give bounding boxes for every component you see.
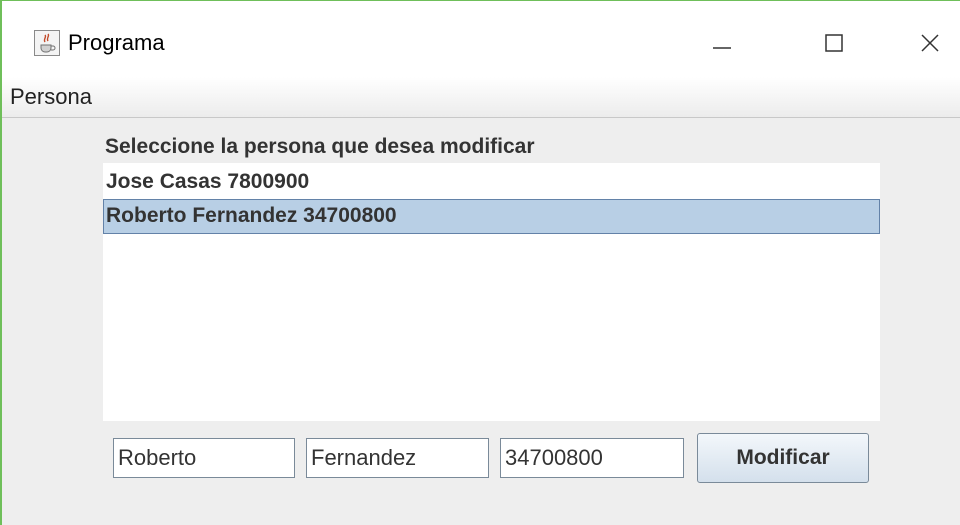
maximize-icon xyxy=(825,34,843,52)
modify-button[interactable]: Modificar xyxy=(697,433,869,483)
instruction-label: Seleccione la persona que desea modifica… xyxy=(105,135,535,158)
title-bar[interactable]: Programa xyxy=(2,1,960,77)
app-window: Programa Persona Seleccione la persona q… xyxy=(0,0,960,525)
menu-bar: Persona xyxy=(2,77,960,118)
list-item[interactable]: Jose Casas 7800900 xyxy=(103,165,880,200)
last-name-field[interactable] xyxy=(306,438,489,478)
minimize-button[interactable] xyxy=(692,15,752,71)
close-button[interactable] xyxy=(900,15,960,71)
close-icon xyxy=(921,34,939,52)
java-cup-icon xyxy=(34,30,60,56)
phone-field[interactable] xyxy=(500,438,684,478)
list-item-selected[interactable]: Roberto Fernandez 34700800 xyxy=(103,199,880,234)
person-list[interactable]: Jose Casas 7800900 Roberto Fernandez 347… xyxy=(103,163,880,421)
minimize-icon xyxy=(713,47,731,49)
menu-persona[interactable]: Persona xyxy=(8,84,94,110)
window-title: Programa xyxy=(68,30,165,55)
first-name-field[interactable] xyxy=(113,438,295,478)
maximize-button[interactable] xyxy=(804,15,864,71)
